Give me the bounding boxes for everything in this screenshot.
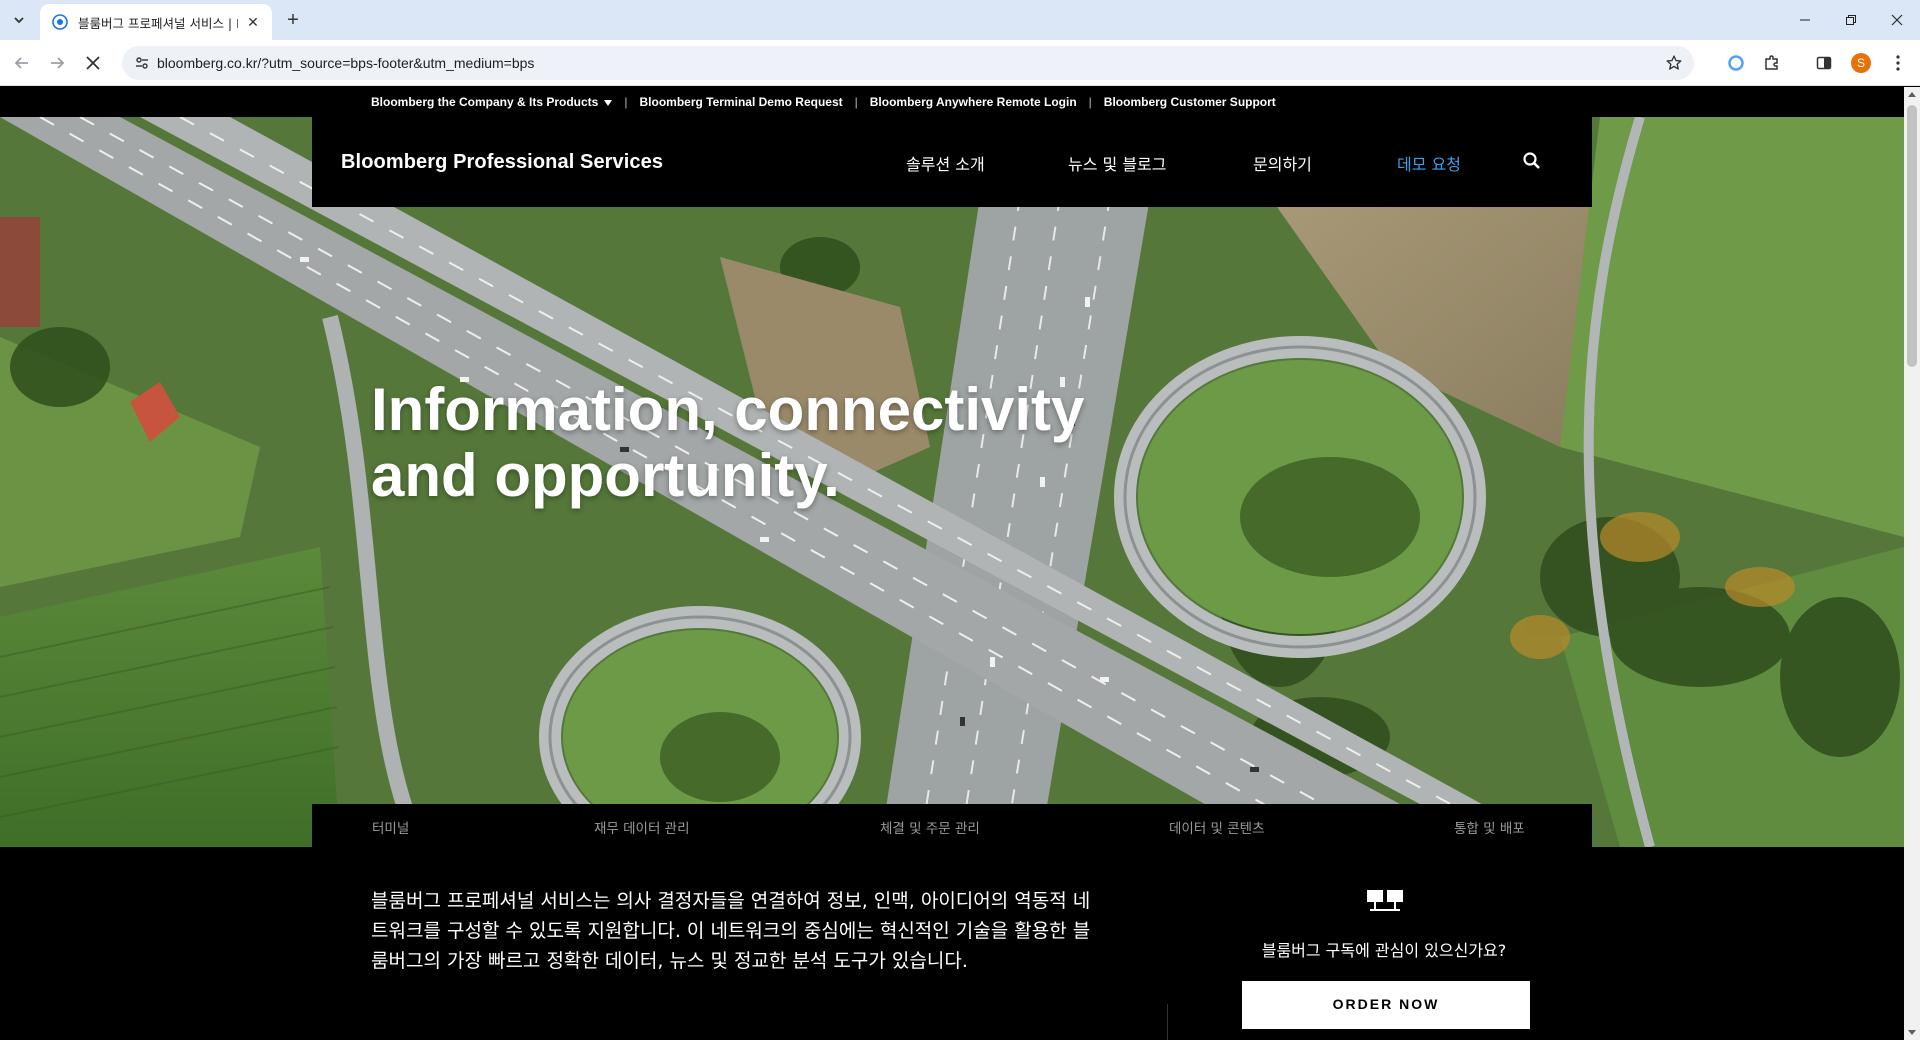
anywhere-login-link[interactable]: Bloomberg Anywhere Remote Login	[870, 95, 1077, 109]
nav-solutions[interactable]: 솔루션 소개	[906, 151, 985, 175]
subscribe-question: 블룸버그 구독에 관심이 있으신가요?	[1261, 941, 1507, 960]
close-icon[interactable]: ✕	[244, 13, 262, 31]
product-subnav: 터미널 재무 데이터 관리 체결 및 주문 관리 데이터 및 콘텐츠 통합 및 …	[312, 804, 1592, 847]
nav-contact[interactable]: 문의하기	[1253, 151, 1312, 175]
subscribe-panel: 블룸버그 구독에 관심이 있으신가요? ORDER NOW	[1234, 847, 1534, 1040]
order-now-button[interactable]: ORDER NOW	[1242, 981, 1530, 1029]
page-viewport: Bloomberg the Company & Its Products | B…	[0, 87, 1904, 1040]
main-navigation: Bloomberg Professional Services 솔루션 소개 뉴…	[312, 117, 1592, 207]
tab-strip: 블룸버그 프로페셔널 서비스 | Bloomberg ✕ +	[0, 0, 1920, 40]
subnav-finance-data[interactable]: 재무 데이터 관리	[594, 817, 690, 837]
favicon-icon	[52, 14, 68, 30]
intro-text: 블룸버그 프로페셔널 서비스는 의사 결정자들을 연결하여 정보, 인맥, 아이…	[371, 890, 1091, 972]
hero-title: Information, connectivity and opportunit…	[371, 376, 1085, 509]
address-bar[interactable]: bloomberg.co.kr/?utm_source=bps-footer&u…	[122, 46, 1694, 80]
search-icon[interactable]	[1522, 151, 1542, 171]
section-divider	[1167, 1004, 1168, 1040]
utility-bar: Bloomberg the Company & Its Products | B…	[0, 87, 1904, 117]
forward-icon[interactable]	[43, 49, 71, 77]
stop-icon[interactable]	[79, 49, 107, 77]
terminal-demo-link[interactable]: Bloomberg Terminal Demo Request	[639, 95, 842, 109]
star-icon[interactable]	[1662, 51, 1686, 75]
page-scrollbar[interactable]	[1904, 87, 1920, 1040]
subnav-terminal[interactable]: 터미널	[372, 817, 409, 837]
scroll-thumb[interactable]	[1907, 105, 1917, 367]
intro-section: 블룸버그 프로페셔널 서비스는 의사 결정자들을 연결하여 정보, 인맥, 아이…	[0, 847, 1904, 1040]
customer-support-link[interactable]: Bloomberg Customer Support	[1104, 95, 1276, 109]
plus-icon[interactable]: +	[281, 8, 305, 32]
puzzle-icon[interactable]	[1760, 51, 1784, 75]
scroll-down-icon[interactable]	[1908, 1030, 1916, 1035]
scroll-up-icon[interactable]	[1908, 92, 1916, 97]
nav-demo-request[interactable]: 데모 요청	[1397, 151, 1461, 175]
company-products-link[interactable]: Bloomberg the Company & Its Products	[371, 95, 613, 109]
brand-logo[interactable]: Bloomberg Professional Services	[341, 151, 663, 174]
minimize-icon[interactable]	[1782, 0, 1828, 40]
profile-avatar[interactable]: S	[1849, 51, 1873, 75]
browser-toolbar: bloomberg.co.kr/?utm_source=bps-footer&u…	[0, 40, 1920, 86]
tab-title: 블룸버그 프로페셔널 서비스 | Bloomberg	[78, 15, 238, 31]
tab-search-icon[interactable]	[7, 8, 31, 32]
subnav-integration[interactable]: 통합 및 배포	[1454, 817, 1525, 837]
side-panel-icon[interactable]	[1812, 51, 1836, 75]
close-window-icon[interactable]	[1874, 0, 1920, 40]
nav-news[interactable]: 뉴스 및 블로그	[1068, 151, 1167, 175]
chevron-down-icon	[604, 99, 613, 106]
browser-tab[interactable]: 블룸버그 프로페셔널 서비스 | Bloomberg ✕	[40, 4, 272, 40]
menu-icon[interactable]	[1886, 51, 1910, 75]
subnav-data-content[interactable]: 데이터 및 콘텐츠	[1169, 817, 1265, 837]
back-icon[interactable]	[8, 49, 36, 77]
extension-icon[interactable]	[1724, 51, 1748, 75]
restore-icon[interactable]	[1828, 0, 1874, 40]
url-text[interactable]: bloomberg.co.kr/?utm_source=bps-footer&u…	[157, 55, 534, 71]
terminal-icon	[1367, 890, 1403, 911]
site-info-icon[interactable]	[130, 51, 154, 75]
subnav-trading[interactable]: 체결 및 주문 관리	[880, 817, 980, 837]
hero-banner: Information, connectivity and opportunit…	[0, 117, 1904, 847]
